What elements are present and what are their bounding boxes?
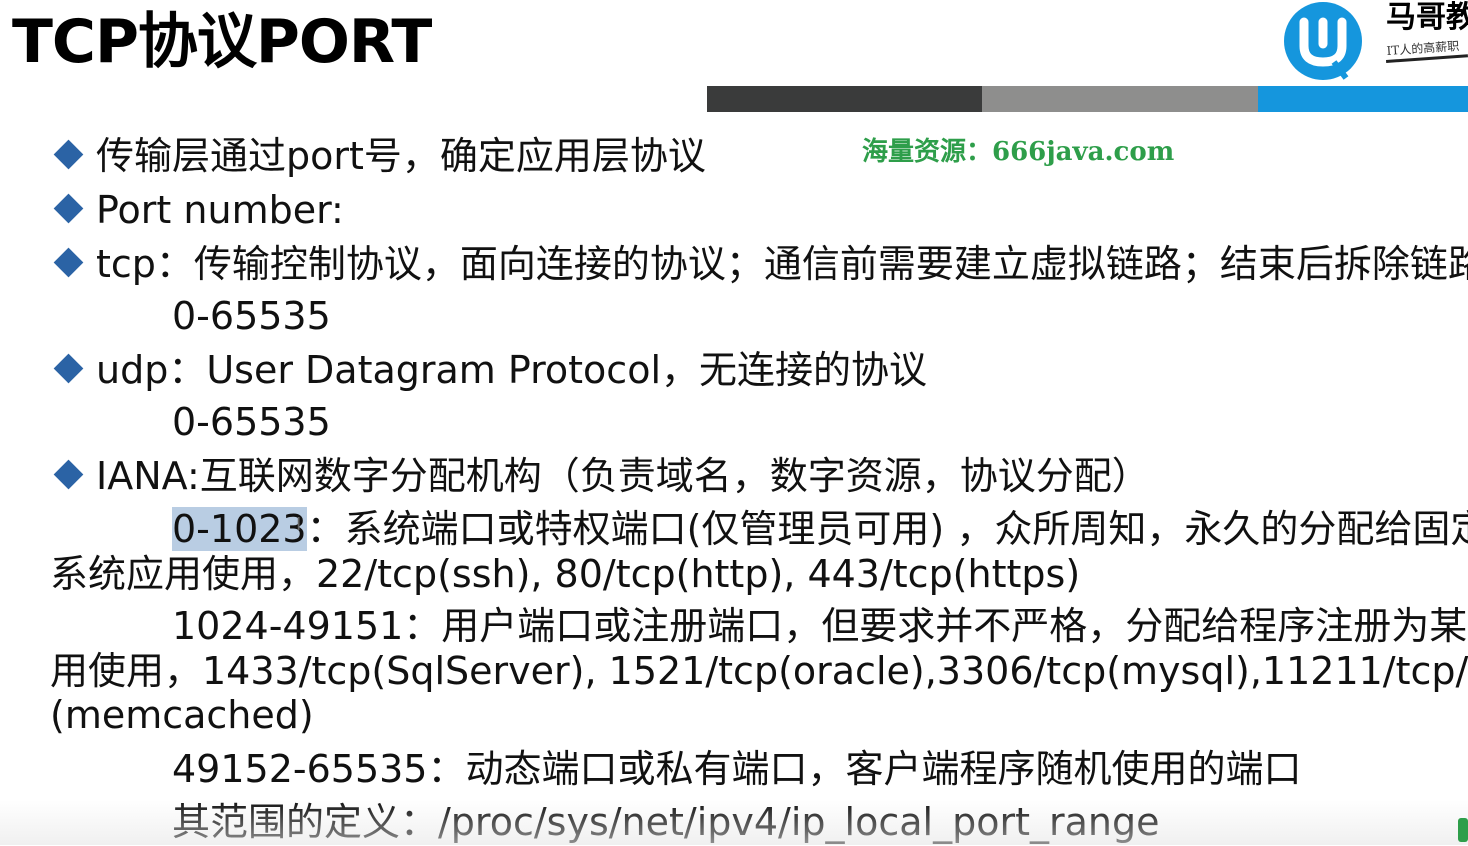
range-dynamic: 49152-65535：动态端口或私有端口，客户端程序随机使用的端口 bbox=[172, 747, 1302, 791]
bullet-sub-3: 0-65535 bbox=[172, 294, 331, 338]
bullet-diamond-icon bbox=[53, 353, 84, 384]
range-system-line2: 系统应用使用，22/tcp(ssh), 80/tcp(http), 443/tc… bbox=[50, 552, 1081, 596]
range-user-line3: (memcached) bbox=[50, 693, 314, 737]
bullet-text-5: IANA:互联网数字分配机构（负责域名，数字资源，协议分配） bbox=[96, 454, 1150, 498]
selected-text-highlight[interactable]: 0-1023 bbox=[172, 507, 307, 551]
bullet-sub-4: 0-65535 bbox=[172, 400, 331, 444]
bullet-text-2: Port number: bbox=[96, 188, 344, 232]
range-definition: 其范围的定义：/proc/sys/net/ipv4/ip_local_port_… bbox=[172, 800, 1160, 844]
mage-logo-icon bbox=[1284, 2, 1362, 80]
header-bar-blue bbox=[1258, 86, 1468, 112]
header-bar-gray bbox=[982, 86, 1258, 112]
range-system-desc: ：系统端口或特权端口(仅管理员可用) ，众所周知，永久的分配给固定的 bbox=[306, 507, 1468, 551]
range-system-line1[interactable]: 0-1023：系统端口或特权端口(仅管理员可用) ，众所周知，永久的分配给固定的 bbox=[172, 505, 1468, 553]
bullet-diamond-icon bbox=[53, 139, 84, 170]
bullet-diamond-icon bbox=[53, 459, 84, 490]
bullet-text-1: 传输层通过port号，确定应用层协议 bbox=[96, 134, 706, 178]
header-bar-dark bbox=[707, 86, 982, 112]
brand-name: 马哥教 bbox=[1386, 0, 1468, 35]
bullet-text-4: udp：User Datagram Protocol，无连接的协议 bbox=[96, 348, 928, 392]
range-user-line1: 1024-49151：用户端口或注册端口，但要求并不严格，分配给程序注册为某应 bbox=[172, 604, 1468, 648]
bullet-diamond-icon bbox=[53, 247, 84, 278]
watermark-text: 海量资源：666java.com bbox=[862, 137, 1175, 167]
corner-mark bbox=[1458, 818, 1468, 842]
bullet-diamond-icon bbox=[53, 193, 84, 224]
text-cursor-icon: I bbox=[296, 516, 301, 534]
bullet-text-3: tcp：传输控制协议，面向连接的协议；通信前需要建立虚拟链路；结束后拆除链路 bbox=[96, 242, 1468, 286]
slide-title: TCP协议PORT bbox=[12, 7, 432, 77]
range-user-line2: 用使用，1433/tcp(SqlServer), 1521/tcp(oracle… bbox=[50, 649, 1468, 693]
